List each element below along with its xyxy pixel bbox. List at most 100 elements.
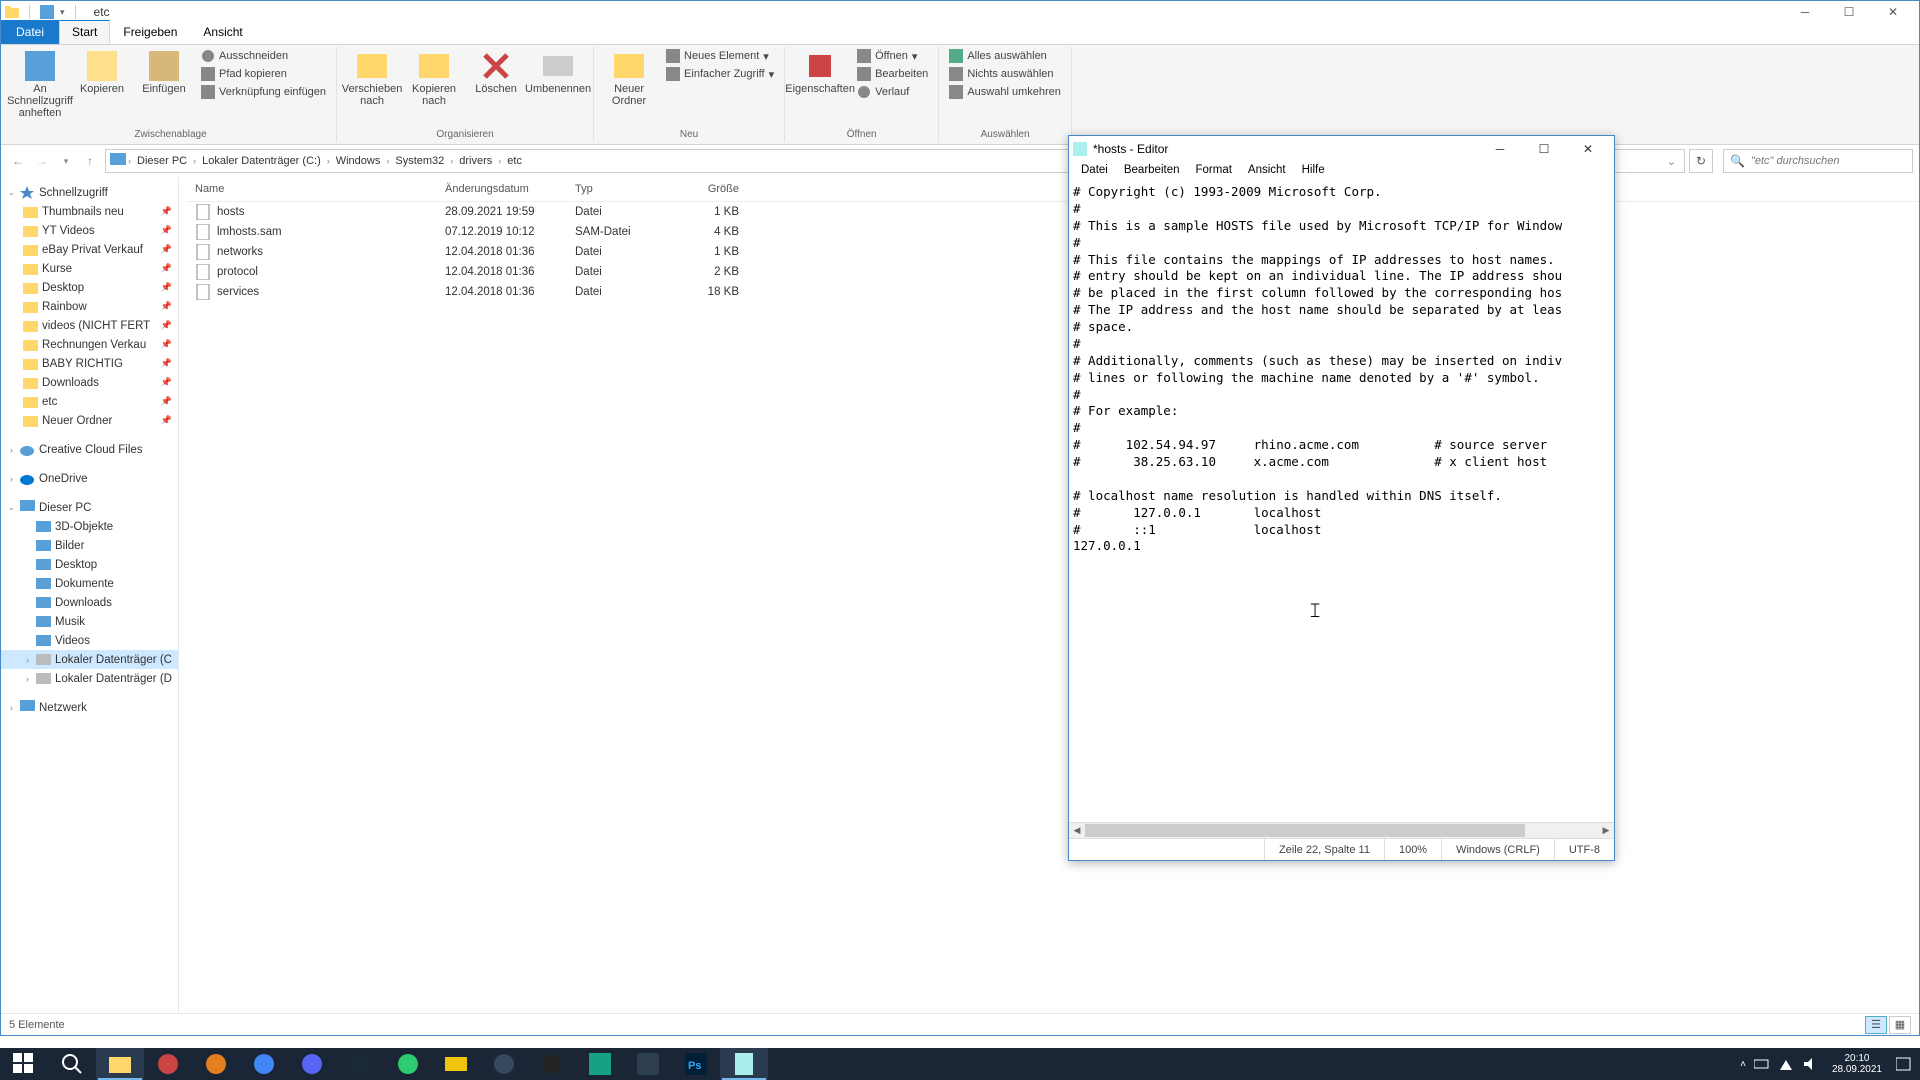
easyaccess-button[interactable]: Einfacher Zugriff ▾: [662, 65, 778, 83]
tree-item[interactable]: YT Videos📌: [1, 221, 178, 240]
app-taskbar[interactable]: [624, 1048, 672, 1080]
app-taskbar[interactable]: [432, 1048, 480, 1080]
open-button[interactable]: Öffnen ▾: [853, 47, 932, 65]
up-button[interactable]: ↑: [79, 150, 101, 172]
battery-icon[interactable]: [1754, 1056, 1770, 1072]
tree-item[interactable]: Desktop: [1, 555, 178, 574]
photoshop-taskbar[interactable]: Ps: [672, 1048, 720, 1080]
tree-item[interactable]: Desktop📌: [1, 278, 178, 297]
paste-link-button[interactable]: Verknüpfung einfügen: [197, 83, 330, 101]
menu-help[interactable]: Hilfe: [1294, 162, 1333, 182]
opera-taskbar[interactable]: [144, 1048, 192, 1080]
crumb[interactable]: Windows: [332, 155, 385, 167]
tree-item[interactable]: ›Lokaler Datenträger (C: [1, 650, 178, 669]
tree-item[interactable]: videos (NICHT FERT📌: [1, 316, 178, 335]
copyto-button[interactable]: Kopieren nach: [405, 47, 463, 111]
firefox-taskbar[interactable]: [192, 1048, 240, 1080]
recent-dropdown[interactable]: ▾: [55, 150, 77, 172]
file-row[interactable]: hosts28.09.2021 19:59Datei1 KB: [187, 202, 1919, 222]
search-input[interactable]: [1751, 155, 1906, 167]
tree-item[interactable]: Rechnungen Verkau📌: [1, 335, 178, 354]
network-icon[interactable]: [1778, 1056, 1794, 1072]
minimize-button[interactable]: ─: [1783, 1, 1827, 23]
menu-format[interactable]: Format: [1187, 162, 1239, 182]
tray-chevron-icon[interactable]: ˄: [1740, 1059, 1746, 1070]
address-dropdown-icon[interactable]: ⌄: [1663, 155, 1680, 168]
crumb[interactable]: Lokaler Datenträger (C:): [198, 155, 325, 167]
start-button[interactable]: [0, 1048, 48, 1080]
copy-path-button[interactable]: Pfad kopieren: [197, 65, 330, 83]
app-taskbar[interactable]: [480, 1048, 528, 1080]
scroll-left-icon[interactable]: ◀: [1069, 823, 1085, 839]
text-area[interactable]: # Copyright (c) 1993-2009 Microsoft Corp…: [1069, 182, 1614, 822]
moveto-button[interactable]: Verschieben nach: [343, 47, 401, 111]
clock[interactable]: 20:10 28.09.2021: [1826, 1053, 1888, 1076]
chrome-taskbar[interactable]: [240, 1048, 288, 1080]
selectnone-button[interactable]: Nichts auswählen: [945, 65, 1065, 83]
menu-file[interactable]: Datei: [1073, 162, 1116, 182]
maximize-button[interactable]: ☐: [1827, 1, 1871, 23]
properties-button[interactable]: Eigenschaften: [791, 47, 849, 99]
tree-item[interactable]: etc📌: [1, 392, 178, 411]
crumb[interactable]: etc: [503, 155, 526, 167]
crumb[interactable]: drivers: [455, 155, 496, 167]
volume-icon[interactable]: [1802, 1056, 1818, 1072]
maximize-button[interactable]: ☐: [1522, 137, 1566, 161]
cut-button[interactable]: Ausschneiden: [197, 47, 330, 65]
col-date[interactable]: Änderungsdatum: [437, 183, 567, 195]
tree-item[interactable]: Musik: [1, 612, 178, 631]
tree-item[interactable]: Downloads: [1, 593, 178, 612]
newitem-button[interactable]: Neues Element ▾: [662, 47, 778, 65]
menu-view[interactable]: Ansicht: [1240, 162, 1294, 182]
menu-edit[interactable]: Bearbeiten: [1116, 162, 1188, 182]
scroll-right-icon[interactable]: ▶: [1598, 823, 1614, 839]
search-box[interactable]: 🔍: [1723, 149, 1913, 173]
nav-tree[interactable]: ⌄Schnellzugriff Thumbnails neu📌YT Videos…: [1, 177, 179, 1013]
explorer-taskbar[interactable]: [96, 1048, 144, 1080]
col-type[interactable]: Typ: [567, 183, 667, 195]
file-list[interactable]: Name Änderungsdatum Typ Größe hosts28.09…: [179, 177, 1919, 1013]
tree-item[interactable]: Neuer Ordner📌: [1, 411, 178, 430]
copy-button[interactable]: Kopieren: [73, 47, 131, 99]
icons-view-button[interactable]: ▦: [1889, 1016, 1911, 1034]
app-taskbar[interactable]: [576, 1048, 624, 1080]
tree-item[interactable]: 3D-Objekte: [1, 517, 178, 536]
notifications-icon[interactable]: [1896, 1056, 1912, 1072]
tab-start[interactable]: Start: [59, 20, 110, 44]
edit-button[interactable]: Bearbeiten: [853, 65, 932, 83]
qat-dropdown-icon[interactable]: ▾: [60, 7, 65, 18]
pin-button[interactable]: An Schnellzugriff anheften: [11, 47, 69, 123]
col-name[interactable]: Name: [187, 183, 437, 195]
selectinv-button[interactable]: Auswahl umkehren: [945, 83, 1065, 101]
refresh-button[interactable]: ↻: [1689, 149, 1713, 173]
delete-button[interactable]: Löschen: [467, 47, 525, 99]
file-row[interactable]: lmhosts.sam07.12.2019 10:12SAM-Datei4 KB: [187, 222, 1919, 242]
rename-button[interactable]: Umbenennen: [529, 47, 587, 99]
tree-item[interactable]: Videos: [1, 631, 178, 650]
forward-button[interactable]: →: [31, 150, 53, 172]
discord-taskbar[interactable]: [288, 1048, 336, 1080]
history-button[interactable]: Verlauf: [853, 83, 932, 101]
quick-access[interactable]: Schnellzugriff: [39, 187, 108, 199]
details-view-button[interactable]: ☰: [1865, 1016, 1887, 1034]
tree-item[interactable]: Rainbow📌: [1, 297, 178, 316]
h-scrollbar[interactable]: ◀ ▶: [1069, 822, 1614, 838]
obs-taskbar[interactable]: [528, 1048, 576, 1080]
back-button[interactable]: ←: [7, 150, 29, 172]
tree-item[interactable]: Kurse📌: [1, 259, 178, 278]
tree-item[interactable]: Downloads📌: [1, 373, 178, 392]
paste-button[interactable]: Einfügen: [135, 47, 193, 99]
scroll-thumb[interactable]: [1085, 824, 1525, 837]
crumb[interactable]: System32: [391, 155, 448, 167]
notepad-taskbar[interactable]: [720, 1048, 768, 1080]
tree-item[interactable]: Thumbnails neu📌: [1, 202, 178, 221]
app-taskbar[interactable]: [384, 1048, 432, 1080]
file-row[interactable]: networks12.04.2018 01:36Datei1 KB: [187, 242, 1919, 262]
close-button[interactable]: ✕: [1871, 1, 1915, 23]
crumb[interactable]: Dieser PC: [133, 155, 191, 167]
steam-taskbar[interactable]: [336, 1048, 384, 1080]
tree-item[interactable]: Bilder: [1, 536, 178, 555]
tree-item[interactable]: ›Lokaler Datenträger (D: [1, 669, 178, 688]
tab-file[interactable]: Datei: [1, 20, 59, 44]
minimize-button[interactable]: ─: [1478, 137, 1522, 161]
